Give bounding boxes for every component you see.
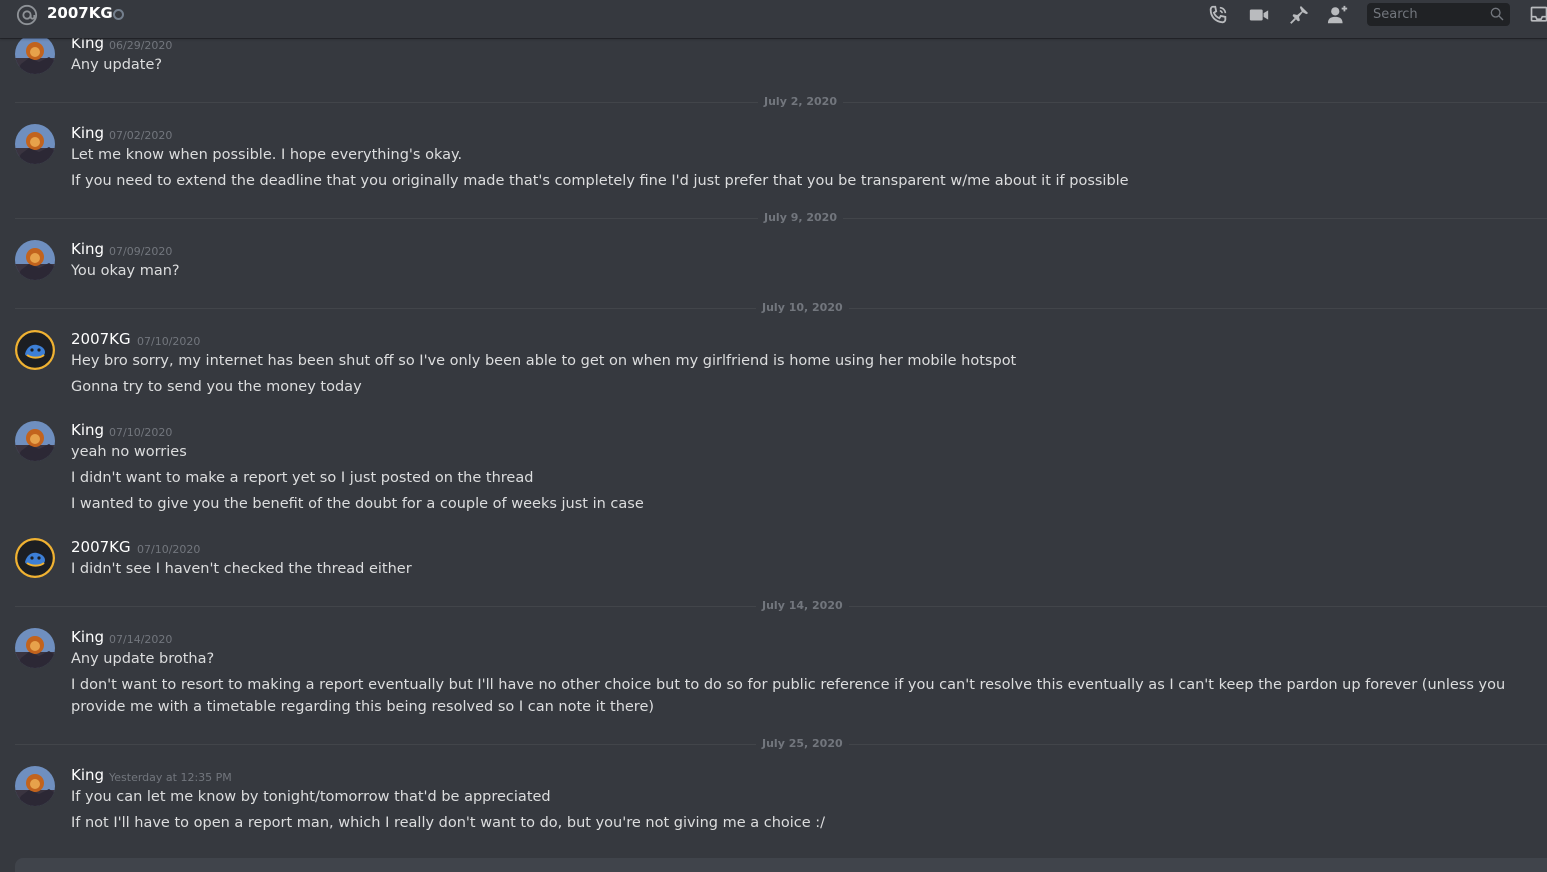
username[interactable]: King	[71, 628, 104, 646]
date-divider: July 25, 2020	[15, 737, 1547, 750]
date-divider-label: July 10, 2020	[756, 301, 849, 314]
avatar[interactable]	[15, 421, 55, 461]
lion-avatar-icon	[15, 766, 55, 806]
username[interactable]: 2007KG	[71, 330, 131, 348]
date-divider-label: July 25, 2020	[756, 737, 849, 750]
message-text: If not I'll have to open a report man, w…	[71, 815, 826, 831]
message-text: Hey bro sorry, my internet has been shut…	[71, 353, 1017, 369]
username[interactable]: King	[71, 766, 104, 784]
message-list: King 06/29/2020 Any update? July 2, 2020…	[0, 0, 1547, 872]
pin-icon[interactable]	[1288, 4, 1310, 26]
message-text: Any update?	[71, 57, 163, 73]
at-icon	[16, 4, 38, 26]
message-text: Let me know when possible. I hope everyt…	[71, 147, 463, 163]
username[interactable]: King	[71, 421, 104, 439]
message-text: If you can let me know by tonight/tomorr…	[71, 789, 551, 805]
lion-avatar-icon	[15, 628, 55, 668]
message-text: If you need to extend the deadline that …	[71, 173, 1129, 189]
message-timestamp: 07/10/2020	[109, 426, 173, 439]
video-icon[interactable]	[1248, 4, 1270, 26]
search-box[interactable]	[1367, 3, 1510, 26]
avatar[interactable]	[15, 124, 55, 164]
date-divider: July 9, 2020	[15, 211, 1547, 224]
date-divider-label: July 14, 2020	[756, 599, 849, 612]
message-text: Any update brotha?	[71, 651, 215, 667]
message-timestamp: 07/09/2020	[109, 245, 173, 258]
avatar[interactable]	[15, 240, 55, 280]
date-divider: July 14, 2020	[15, 599, 1547, 612]
message-text: I didn't see I haven't checked the threa…	[71, 561, 412, 577]
message-timestamp: Yesterday at 12:35 PM	[109, 771, 232, 784]
message-timestamp: 07/02/2020	[109, 129, 173, 142]
username[interactable]: King	[71, 124, 104, 142]
message-timestamp: 07/10/2020	[137, 335, 201, 348]
channel-name: 2007KG	[47, 4, 113, 22]
channel-header: 2007KG	[0, 0, 1547, 38]
kg-avatar-icon	[15, 538, 55, 578]
kg-avatar-icon	[15, 330, 55, 370]
call-icon[interactable]	[1207, 4, 1229, 26]
lion-avatar-icon	[15, 421, 55, 461]
message-text: You okay man?	[71, 263, 180, 279]
add-friend-icon[interactable]	[1327, 4, 1349, 26]
avatar[interactable]	[15, 34, 55, 74]
message-timestamp: 07/10/2020	[137, 543, 201, 556]
lion-avatar-icon	[15, 34, 55, 74]
avatar[interactable]	[15, 538, 55, 578]
offline-status-icon	[113, 9, 124, 20]
search-icon	[1490, 7, 1504, 21]
message-timestamp: 07/14/2020	[109, 633, 173, 646]
username[interactable]: King	[71, 240, 104, 258]
message-timestamp: 06/29/2020	[109, 39, 173, 52]
search-input[interactable]	[1367, 3, 1488, 26]
date-divider-label: July 9, 2020	[758, 211, 843, 224]
avatar[interactable]	[15, 330, 55, 370]
date-divider: July 10, 2020	[15, 301, 1547, 314]
lion-avatar-icon	[15, 124, 55, 164]
message-text: I wanted to give you the benefit of the …	[71, 496, 644, 512]
message-text: Gonna try to send you the money today	[71, 379, 362, 395]
avatar[interactable]	[15, 628, 55, 668]
lion-avatar-icon	[15, 240, 55, 280]
username[interactable]: 2007KG	[71, 538, 131, 556]
message-text: I don't want to resort to making a repor…	[71, 677, 1506, 715]
message-text: yeah no worries	[71, 444, 187, 460]
inbox-icon[interactable]	[1529, 5, 1547, 25]
date-divider: July 2, 2020	[15, 95, 1547, 108]
message-text: I didn't want to make a report yet so I …	[71, 470, 534, 486]
avatar[interactable]	[15, 766, 55, 806]
date-divider-label: July 2, 2020	[758, 95, 843, 108]
